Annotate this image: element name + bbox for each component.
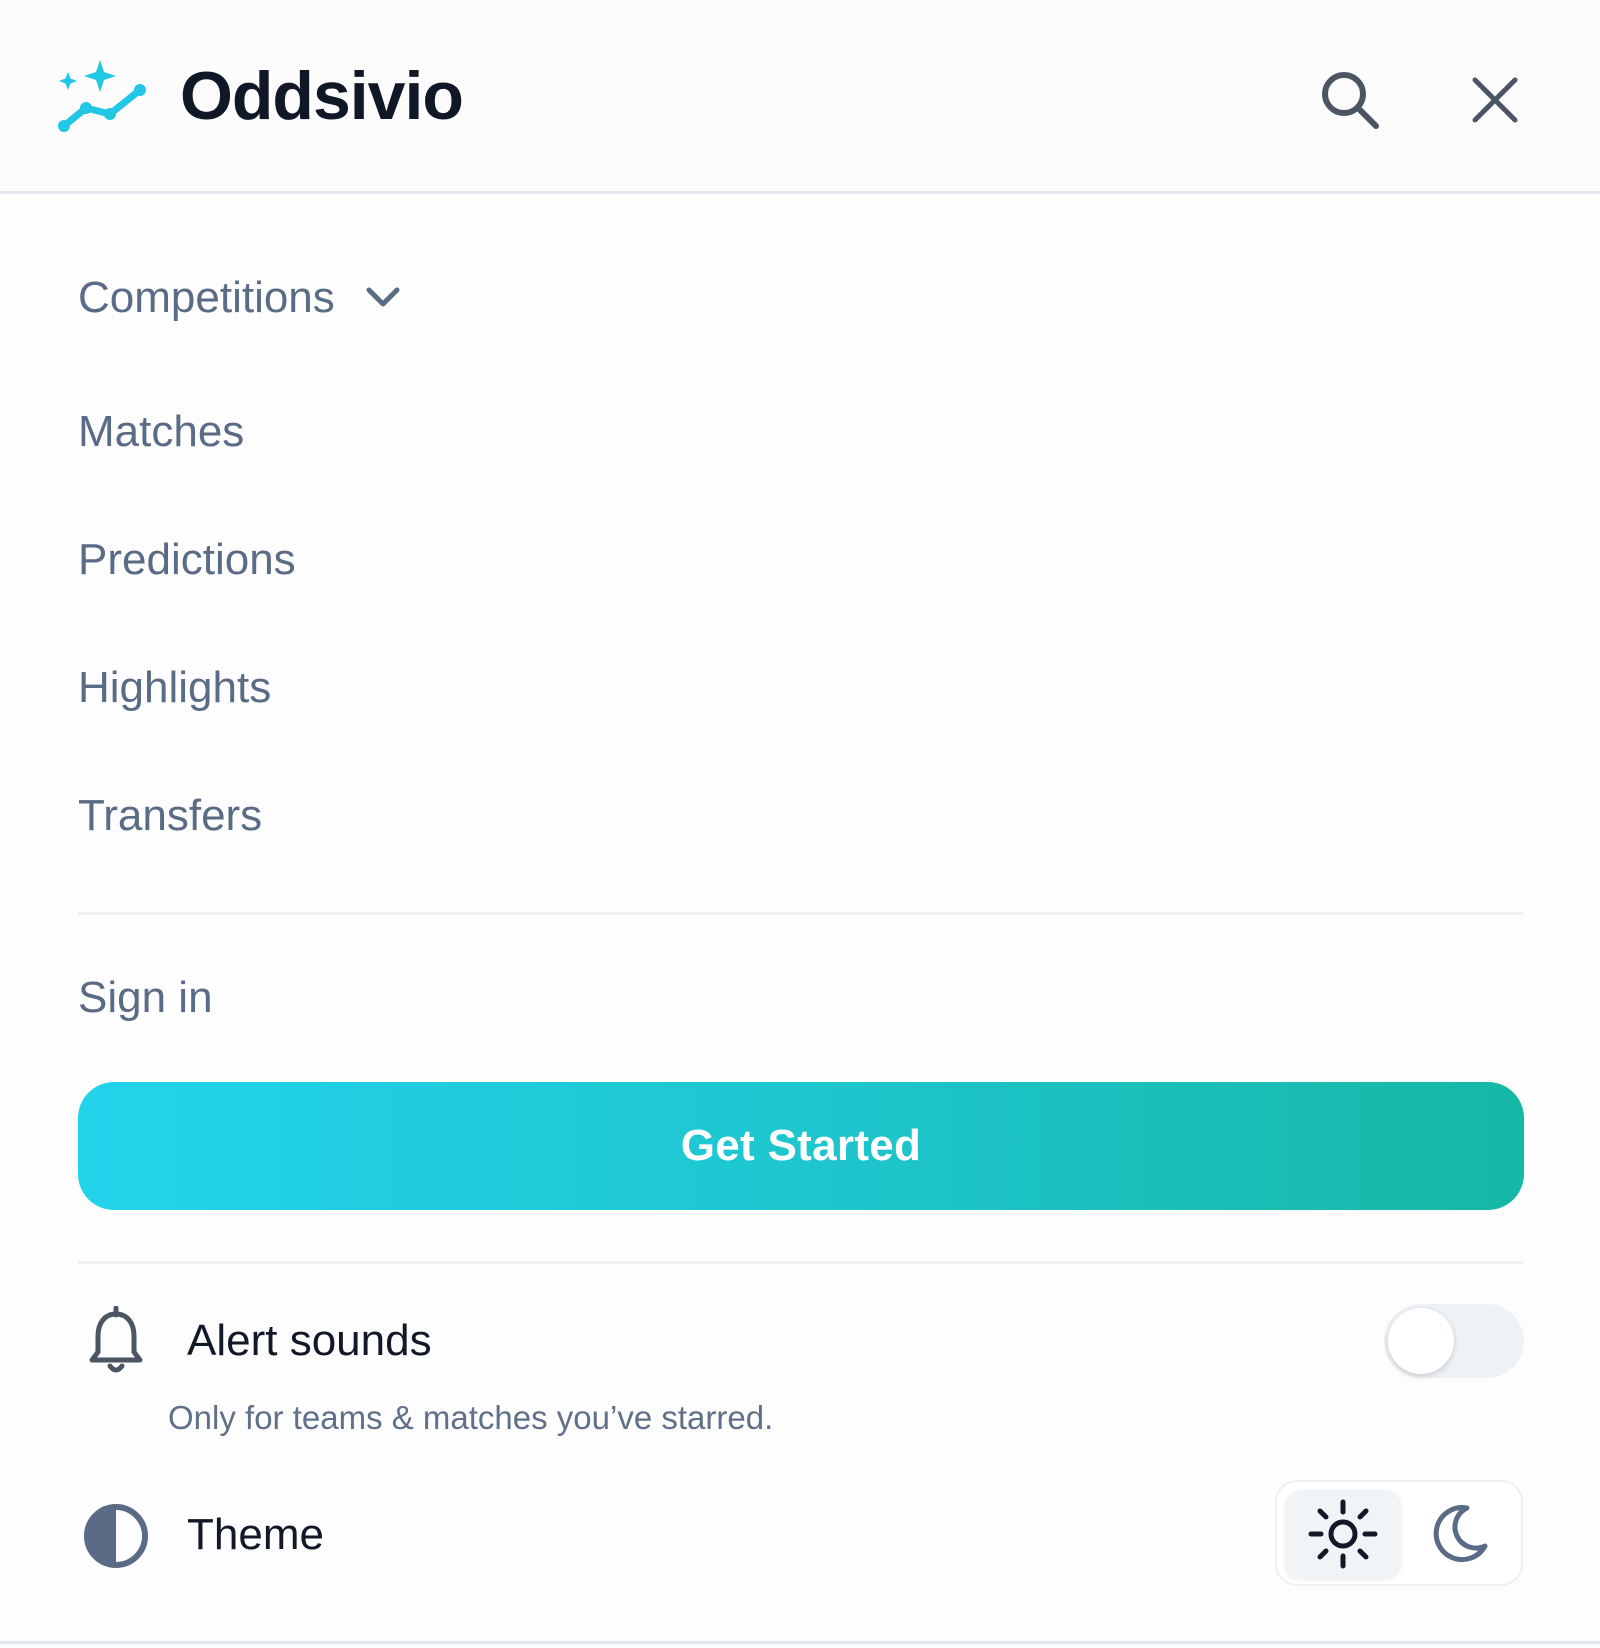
divider <box>78 1261 1524 1264</box>
theme-light-button[interactable] <box>1285 1490 1401 1578</box>
nav-item-competitions[interactable]: Competitions <box>78 268 403 328</box>
mobile-menu-panel: Oddsivio Competitions Matches Prediction… <box>0 0 1600 1648</box>
toggle-knob <box>1388 1308 1454 1374</box>
nav-item-label: Transfers <box>78 791 263 840</box>
menu-header: Oddsivio <box>0 0 1600 194</box>
alert-sounds-label: Alert sounds <box>187 1316 432 1365</box>
moon-icon <box>1433 1505 1488 1562</box>
contrast-icon <box>84 1504 148 1568</box>
divider <box>78 912 1524 915</box>
nav-item-matches[interactable]: Matches <box>78 402 244 462</box>
theme-switch <box>1275 1480 1523 1586</box>
alert-sounds-description: Only for teams & matches you’ve starred. <box>168 1399 774 1436</box>
alert-sounds-toggle[interactable] <box>1384 1304 1524 1378</box>
sparkle-chart-icon <box>58 60 146 132</box>
nav-item-label: Predictions <box>78 535 296 584</box>
get-started-button[interactable]: Get Started <box>78 1082 1524 1210</box>
brand-name[interactable]: Oddsivio <box>180 56 464 136</box>
nav-item-highlights[interactable]: Highlights <box>78 658 271 718</box>
search-icon <box>1322 72 1379 129</box>
nav-item-label: Highlights <box>78 663 272 712</box>
bell-icon <box>89 1306 143 1373</box>
nav-item-predictions[interactable]: Predictions <box>78 530 296 590</box>
close-icon <box>1472 77 1518 123</box>
theme-dark-button[interactable] <box>1401 1490 1517 1578</box>
search-button[interactable] <box>1310 60 1390 140</box>
nav-item-label: Matches <box>78 407 245 456</box>
sign-in-label: Sign in <box>78 973 213 1022</box>
sun-icon <box>1308 1499 1378 1569</box>
chevron-down-icon <box>366 287 400 307</box>
theme-label: Theme <box>187 1510 324 1559</box>
sign-in-link[interactable]: Sign in <box>78 968 213 1028</box>
nav-item-label: Competitions <box>78 273 335 322</box>
bottom-divider <box>0 1641 1600 1644</box>
nav-item-transfers[interactable]: Transfers <box>78 786 262 846</box>
close-button[interactable] <box>1455 60 1535 140</box>
